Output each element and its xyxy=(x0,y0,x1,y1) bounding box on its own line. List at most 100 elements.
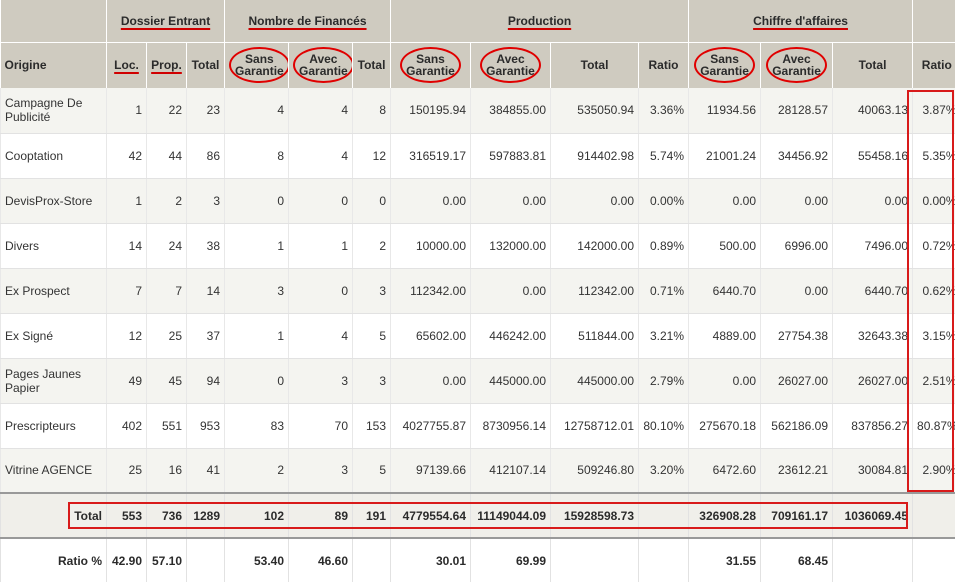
cell-ca-ratio: 3.15% xyxy=(912,313,955,359)
cell-origine: DevisProx-Store xyxy=(0,178,107,224)
col-prod-sans-garantie: Sans Garantie xyxy=(390,41,471,88)
cell-prod-sans: 4027755.87 xyxy=(390,403,471,449)
cell-prod-ratio: 5.74% xyxy=(638,133,689,179)
cell-prod-sans: 65602.00 xyxy=(390,313,471,359)
ratio-loc: 42.90 xyxy=(106,537,147,582)
cell-prod-avec: 8730956.14 xyxy=(470,403,551,449)
total-row: Total 553 736 1289 102 89 191 4779554.64… xyxy=(0,492,955,538)
cell-prod-ratio: 2.79% xyxy=(638,358,689,404)
total-label: Total xyxy=(0,492,107,538)
table-row: Prescripteurs 402 551 953 83 70 153 4027755.87 8… xyxy=(0,403,955,449)
column-header-row: Origine Loc. Prop. Total Sans Garantie Av… xyxy=(0,41,955,88)
table-body: Campagne De Publicité 1 22 23 4 4 8 150195.94 38… xyxy=(0,88,955,494)
col-prop: Prop. xyxy=(146,41,187,88)
total-ca-ratio xyxy=(912,492,955,538)
cell-prod-ratio: 0.00% xyxy=(638,178,689,224)
total-dossier: 1289 xyxy=(185,492,225,538)
cell-prop: 22 xyxy=(146,88,187,134)
col-prod-ratio: Ratio xyxy=(638,41,689,88)
group-dossier-entrant: Dossier Entrant xyxy=(105,0,225,42)
col-prod-avec-garantie: Avec Garantie xyxy=(470,41,551,88)
cell-nf-total: 3 xyxy=(352,268,391,314)
cell-prop: 551 xyxy=(146,403,187,449)
cell-ca-avec: 26027.00 xyxy=(760,358,833,404)
cell-ca-total: 26027.00 xyxy=(832,358,913,404)
cell-nf-avec: 0 xyxy=(288,268,353,314)
cell-total: 38 xyxy=(185,223,225,269)
ratio-prod-avec: 69.99 xyxy=(470,537,551,582)
table-row: Cooptation 42 44 86 8 4 12 316519.17 597883.81 91… xyxy=(0,133,955,179)
cell-ca-avec: 28128.57 xyxy=(760,88,833,134)
cell-prod-sans: 316519.17 xyxy=(390,133,471,179)
ratio-ca-ratio xyxy=(912,537,955,582)
cell-origine: Prescripteurs xyxy=(0,403,107,449)
total-nf-sans: 102 xyxy=(224,492,289,538)
cell-prod-total: 511844.00 xyxy=(550,313,639,359)
cell-prod-total: 12758712.01 xyxy=(550,403,639,449)
ratio-row: Ratio % 42.90 57.10 53.40 46.60 30.01 69… xyxy=(0,537,955,582)
cell-nf-avec: 4 xyxy=(288,133,353,179)
ratio-nf-avec: 46.60 xyxy=(288,537,353,582)
cell-ca-sans: 21001.24 xyxy=(688,133,761,179)
cell-ca-total: 32643.38 xyxy=(832,313,913,359)
ratio-prod-ratio xyxy=(638,537,689,582)
cell-ca-sans: 4889.00 xyxy=(688,313,761,359)
cell-prod-total: 535050.94 xyxy=(550,88,639,134)
col-nf-sans-garantie: Sans Garantie xyxy=(224,41,289,88)
total-ca-avec: 709161.17 xyxy=(760,492,833,538)
cell-prod-avec: 597883.81 xyxy=(470,133,551,179)
total-prop: 736 xyxy=(146,492,187,538)
cell-prod-sans: 150195.94 xyxy=(390,88,471,134)
cell-prod-ratio: 0.71% xyxy=(638,268,689,314)
cell-ca-avec: 34456.92 xyxy=(760,133,833,179)
cell-prod-ratio: 3.36% xyxy=(638,88,689,134)
ratio-prod-sans: 30.01 xyxy=(390,537,471,582)
cell-nf-total: 5 xyxy=(352,448,391,494)
cell-ca-sans: 275670.18 xyxy=(688,403,761,449)
col-ca-ratio: Ratio xyxy=(912,41,955,88)
cell-loc: 49 xyxy=(106,358,147,404)
cell-nf-avec: 3 xyxy=(288,358,353,404)
cell-ca-avec: 0.00 xyxy=(760,268,833,314)
cell-prod-total: 914402.98 xyxy=(550,133,639,179)
cell-nf-sans: 0 xyxy=(224,178,289,224)
total-prod-total: 15928598.73 xyxy=(550,492,639,538)
cell-total: 86 xyxy=(185,133,225,179)
cell-ca-ratio: 0.62% xyxy=(912,268,955,314)
cell-prod-avec: 0.00 xyxy=(470,178,551,224)
cell-nf-total: 5 xyxy=(352,313,391,359)
total-prod-ratio xyxy=(638,492,689,538)
cell-ca-ratio: 2.51% xyxy=(912,358,955,404)
cell-loc: 1 xyxy=(106,88,147,134)
col-nf-avec-garantie: Avec Garantie xyxy=(288,41,353,88)
group-header-row: Dossier Entrant Nombre de Financés Produ… xyxy=(0,0,955,42)
cell-ca-sans: 500.00 xyxy=(688,223,761,269)
total-nf-total: 191 xyxy=(352,492,391,538)
cell-nf-total: 153 xyxy=(352,403,391,449)
cell-prod-total: 445000.00 xyxy=(550,358,639,404)
cell-origine: Vitrine AGENCE xyxy=(0,448,107,494)
cell-prod-total: 0.00 xyxy=(550,178,639,224)
cell-ca-total: 7496.00 xyxy=(832,223,913,269)
ratio-prod-total xyxy=(550,537,639,582)
cell-nf-total: 8 xyxy=(352,88,391,134)
total-loc: 553 xyxy=(106,492,147,538)
cell-ca-sans: 11934.56 xyxy=(688,88,761,134)
cell-loc: 402 xyxy=(106,403,147,449)
total-ca-sans: 326908.28 xyxy=(688,492,761,538)
cell-ca-sans: 0.00 xyxy=(688,358,761,404)
cell-ca-sans: 6472.60 xyxy=(688,448,761,494)
cell-prod-avec: 412107.14 xyxy=(470,448,551,494)
cell-total: 94 xyxy=(185,358,225,404)
cell-ca-avec: 27754.38 xyxy=(760,313,833,359)
cell-total: 3 xyxy=(185,178,225,224)
cell-loc: 25 xyxy=(106,448,147,494)
cell-prod-sans: 0.00 xyxy=(390,178,471,224)
cell-ca-total: 6440.70 xyxy=(832,268,913,314)
cell-origine: Ex Prospect xyxy=(0,268,107,314)
cell-origine: Cooptation xyxy=(0,133,107,179)
total-prod-avec: 11149044.09 xyxy=(470,492,551,538)
cell-ca-ratio: 5.35% xyxy=(912,133,955,179)
col-nf-total: Total xyxy=(352,41,391,88)
table-row: Pages Jaunes Papier 49 45 94 0 3 3 0.00 445000.0… xyxy=(0,358,955,404)
